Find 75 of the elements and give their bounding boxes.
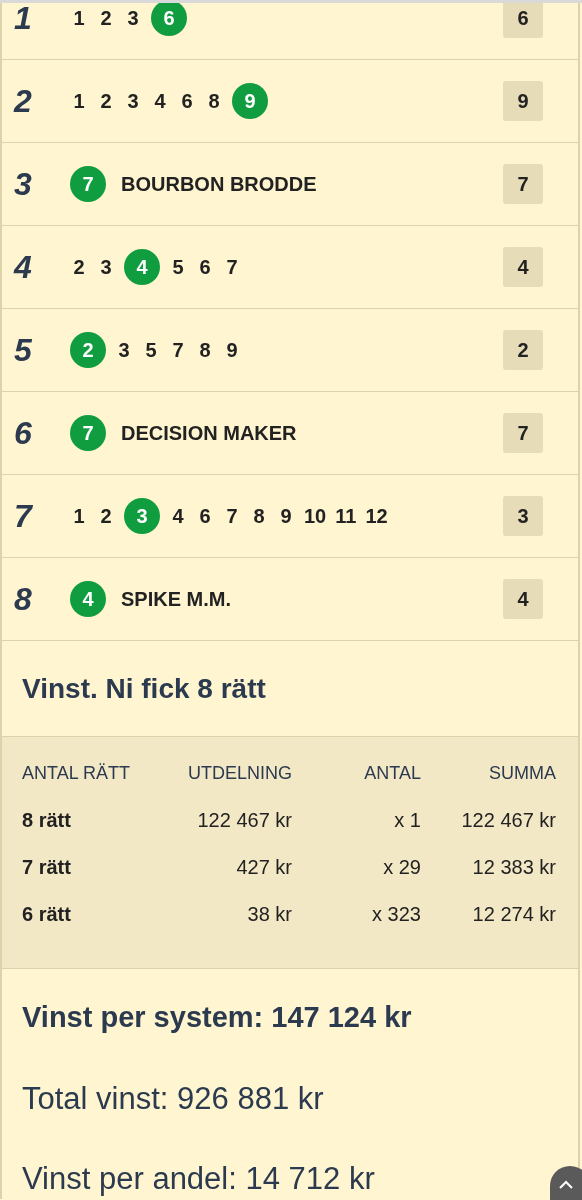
pick-number: 6 — [198, 255, 212, 279]
winner-badge: 4 — [70, 581, 106, 617]
pick-number: 12 — [365, 504, 388, 528]
column-header: ANTAL — [363, 763, 421, 785]
table-cell-text: x 323 — [371, 902, 421, 927]
result-badge: 4 — [503, 247, 543, 287]
table-cell-text: 12 274 kr — [471, 902, 556, 927]
table-cell-text: 6 rätt — [22, 902, 72, 927]
win-per-share: Vinst per andel: 14 712 kr — [22, 1160, 376, 1198]
pick-number: 2 — [99, 89, 113, 113]
pick-number: 1 — [72, 504, 86, 528]
pick-number: 5 — [171, 255, 185, 279]
pick-number: 8 — [252, 504, 266, 528]
pick-number: 7 — [225, 504, 239, 528]
pick-number: 3 — [126, 6, 140, 30]
pick-number: 3 — [126, 89, 140, 113]
pick-number: 3 — [99, 255, 113, 279]
leg-number: 6 — [13, 414, 33, 452]
pick-number: 8 — [198, 338, 212, 362]
pick-number: 6 — [198, 504, 212, 528]
winner-badge: 9 — [232, 83, 268, 119]
column-header: SUMMA — [488, 763, 556, 785]
pick-number: 8 — [207, 89, 221, 113]
result-badge: 9 — [503, 81, 543, 121]
pick-number: 5 — [144, 338, 158, 362]
win-per-system: Vinst per system: 147 124 kr — [22, 1000, 413, 1035]
pick-number: 2 — [99, 504, 113, 528]
table-cell-text: 122 467 kr — [460, 808, 556, 833]
winner-badge: 7 — [70, 166, 106, 202]
pick-number: 7 — [225, 255, 239, 279]
result-badge: 7 — [503, 413, 543, 453]
pick-number: 10 — [304, 504, 327, 528]
leg-number: 4 — [12, 248, 33, 286]
pick-number: 2 — [99, 6, 113, 30]
winner-badge: 3 — [124, 498, 160, 534]
table-cell-text: 12 383 kr — [471, 855, 556, 880]
result-badge: 7 — [503, 164, 543, 204]
leg-number: 8 — [13, 580, 33, 618]
winner-badge: 2 — [70, 332, 106, 368]
column-header: UTDELNING — [187, 763, 292, 785]
table-cell-text: 122 467 kr — [196, 808, 292, 833]
win-heading: Vinst. Ni fick 8 rätt — [22, 672, 266, 705]
pick-number: 4 — [153, 89, 167, 113]
pick-number: 4 — [171, 504, 185, 528]
winner-badge: 4 — [124, 249, 160, 285]
pick-number: 3 — [117, 338, 131, 362]
leg-number: 3 — [13, 165, 33, 203]
pick-number: 2 — [72, 255, 86, 279]
pick-number: 1 — [72, 89, 86, 113]
result-badge: 2 — [503, 330, 543, 370]
pick-number: 1 — [72, 6, 86, 30]
leg-number: 2 — [12, 82, 33, 120]
table-cell-text: x 1 — [393, 808, 421, 833]
total-win: Total vinst: 926 881 kr — [22, 1080, 325, 1118]
table-cell-text: 427 kr — [235, 855, 292, 880]
table-cell-text: 8 rätt — [22, 808, 72, 833]
horse-name: SPIKE M.M. — [121, 587, 231, 611]
caret-up-icon — [558, 1180, 574, 1190]
result-badge: 4 — [503, 579, 543, 619]
leg-number: 5 — [13, 331, 33, 369]
horse-name: BOURBON BRODDE — [121, 172, 317, 196]
table-cell-text: 7 rätt — [22, 855, 72, 880]
table-cell-text: 38 kr — [246, 902, 292, 927]
pick-number: 9 — [279, 504, 293, 528]
pick-number: 11 — [335, 504, 357, 528]
winner-badge: 7 — [70, 415, 106, 451]
column-header: ANTAL RÄTT — [22, 763, 131, 785]
pick-number: 6 — [180, 89, 194, 113]
leg-number: 7 — [13, 497, 34, 535]
result-badge: 3 — [503, 496, 543, 536]
pick-number: 9 — [225, 338, 239, 362]
table-cell-text: x 29 — [382, 855, 421, 880]
pick-number: 7 — [171, 338, 185, 362]
horse-name: DECISION MAKER — [121, 421, 297, 445]
leg-number: 1 — [13, 0, 33, 37]
